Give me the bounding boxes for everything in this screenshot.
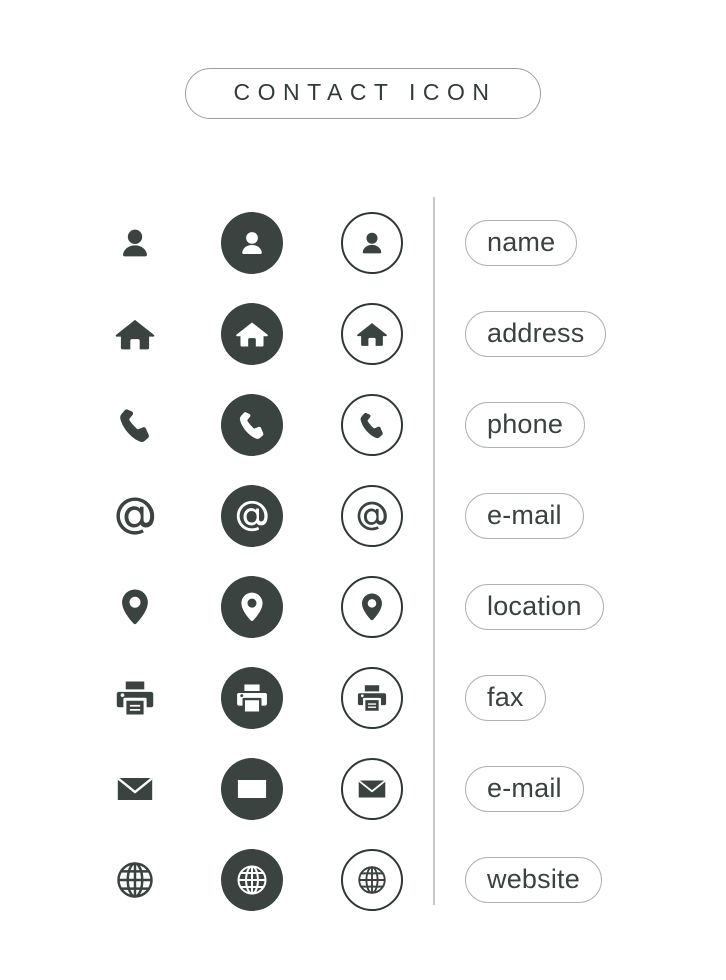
at-sign-icon[interactable]	[113, 494, 157, 538]
label-row: location	[465, 561, 606, 652]
label-row: e-mail	[465, 470, 606, 561]
vertical-divider	[433, 197, 435, 905]
icon-row	[0, 561, 726, 652]
at-sign-icon-filled-circle[interactable]	[221, 484, 283, 547]
icon-row	[0, 197, 726, 288]
icon-cell-plain	[103, 379, 167, 470]
location-icon[interactable]	[113, 585, 157, 629]
label-pill-email[interactable]: e-mail	[465, 765, 584, 812]
label-row: e-mail	[465, 743, 606, 834]
icon-row	[0, 743, 726, 834]
icon-cell-filled	[220, 561, 284, 652]
icon-cell-plain	[103, 834, 167, 925]
label-row: website	[465, 834, 606, 925]
globe-icon[interactable]	[113, 858, 157, 902]
person-icon-filled-circle[interactable]	[221, 211, 283, 274]
label-text: location	[487, 591, 582, 621]
icon-cell-filled	[220, 834, 284, 925]
envelope-icon-outlined-circle[interactable]	[341, 757, 403, 820]
home-icon-filled-circle[interactable]	[221, 302, 283, 365]
icon-cell-plain	[103, 288, 167, 379]
page-title: CONTACT ICON	[233, 79, 497, 105]
label-pill-name[interactable]: name	[465, 219, 578, 266]
globe-icon-filled-circle[interactable]	[221, 848, 283, 911]
icon-cell-plain	[103, 470, 167, 561]
icon-cell-plain	[103, 652, 167, 743]
icon-cell-outline	[340, 379, 404, 470]
icon-grid	[0, 197, 726, 925]
title-bar: CONTACT ICON	[0, 68, 726, 119]
label-pill-location[interactable]: location	[465, 583, 604, 630]
phone-icon-filled-circle[interactable]	[221, 393, 283, 456]
icon-cell-outline	[340, 561, 404, 652]
label-pill-phone[interactable]: phone	[465, 401, 586, 448]
icon-cell-plain	[103, 561, 167, 652]
printer-icon-filled-circle[interactable]	[221, 666, 283, 729]
icon-row	[0, 379, 726, 470]
printer-icon[interactable]	[113, 676, 157, 720]
label-row: fax	[465, 652, 606, 743]
title-pill: CONTACT ICON	[184, 68, 542, 119]
icon-row	[0, 652, 726, 743]
home-icon[interactable]	[113, 312, 157, 356]
label-text: name	[487, 227, 556, 257]
envelope-icon[interactable]	[113, 767, 157, 811]
icon-cell-filled	[220, 470, 284, 561]
label-text: phone	[487, 409, 564, 439]
label-text: website	[487, 864, 580, 894]
envelope-icon-filled-circle[interactable]	[221, 757, 283, 820]
label-row: phone	[465, 379, 606, 470]
location-icon-outlined-circle[interactable]	[341, 575, 403, 638]
label-text: address	[487, 318, 585, 348]
icon-cell-plain	[103, 743, 167, 834]
icon-cell-outline	[340, 652, 404, 743]
icon-cell-outline	[340, 197, 404, 288]
label-row: address	[465, 288, 607, 379]
icon-cell-outline	[340, 288, 404, 379]
label-pill-website[interactable]: website	[465, 856, 602, 903]
label-text: e-mail	[487, 500, 562, 530]
label-column: name address phone e-mail location fax e-mail w…	[465, 197, 607, 925]
person-icon-outlined-circle[interactable]	[341, 211, 403, 274]
icon-cell-outline	[340, 834, 404, 925]
icon-cell-filled	[220, 288, 284, 379]
icon-cell-plain	[103, 197, 167, 288]
label-pill-address[interactable]: address	[465, 310, 607, 357]
icon-cell-filled	[220, 743, 284, 834]
phone-icon-outlined-circle[interactable]	[341, 393, 403, 456]
icon-cell-outline	[340, 470, 404, 561]
icon-row	[0, 834, 726, 925]
location-icon-filled-circle[interactable]	[221, 575, 283, 638]
phone-icon[interactable]	[113, 403, 157, 447]
label-text: fax	[487, 682, 524, 712]
icon-row	[0, 470, 726, 561]
home-icon-outlined-circle[interactable]	[341, 302, 403, 365]
label-text: e-mail	[487, 773, 562, 803]
icon-cell-filled	[220, 652, 284, 743]
icon-cell-outline	[340, 743, 404, 834]
person-icon[interactable]	[113, 221, 157, 265]
icon-cell-filled	[220, 379, 284, 470]
at-sign-icon-outlined-circle[interactable]	[341, 484, 403, 547]
label-row: name	[465, 197, 606, 288]
printer-icon-outlined-circle[interactable]	[341, 666, 403, 729]
icon-row	[0, 288, 726, 379]
label-pill-email[interactable]: e-mail	[465, 492, 584, 539]
globe-icon-outlined-circle[interactable]	[341, 848, 403, 911]
icon-cell-filled	[220, 197, 284, 288]
label-pill-fax[interactable]: fax	[465, 674, 546, 721]
